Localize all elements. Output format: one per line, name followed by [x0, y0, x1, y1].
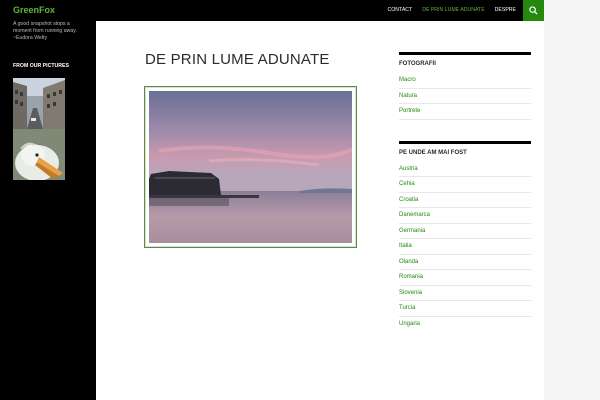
widget-title-pe-unde-am-mai-fost: PE UNDE AM MAI FOST — [399, 140, 531, 158]
list-item-danemarca[interactable]: Danemarca — [399, 208, 531, 224]
page-title: DE PRIN LUME ADUNATE — [145, 51, 330, 68]
nav-item-de-prin-lume-adunate[interactable]: DE PRIN LUME ADUNATE — [417, 0, 489, 21]
right-sidebar: FOTOGRAFII Macro Natura Portrete PE UNDE… — [399, 52, 531, 332]
list-item-germania[interactable]: Germania — [399, 224, 531, 239]
page-background-strip — [544, 21, 600, 400]
list-item-cehia[interactable]: Cehia — [399, 177, 531, 193]
list-item-croatia[interactable]: Croatia — [399, 193, 531, 208]
nav-item-contact[interactable]: CONTACT — [383, 0, 418, 21]
sidebar-widget-title: FROM OUR PICTURES — [13, 63, 69, 69]
list-item-olanda[interactable]: Olanda — [399, 255, 531, 270]
list-item-austria[interactable]: Austria — [399, 162, 531, 177]
site-title[interactable]: GreenFox — [13, 5, 55, 15]
list-item-slovenia[interactable]: Slovenia — [399, 286, 531, 301]
thumbnail-street[interactable] — [13, 78, 65, 129]
list-item-italia[interactable]: Italia — [399, 239, 531, 255]
search-button[interactable] — [523, 0, 544, 21]
nav-item-despre[interactable]: DESPRE — [490, 0, 521, 21]
list-item-ungaria[interactable]: Ungaria — [399, 317, 531, 333]
top-bar: GreenFox CONTACT DE PRIN LUME ADUNATE DE… — [0, 0, 544, 21]
thumbnail-pelican[interactable] — [13, 129, 65, 180]
site-tagline: A good snapshot stops a moment from runn… — [13, 21, 77, 41]
featured-photo[interactable] — [145, 87, 356, 247]
pe-unde-list: Austria Cehia Croatia Danemarca Germania… — [399, 162, 531, 333]
primary-nav: CONTACT DE PRIN LUME ADUNATE DESPRE — [383, 0, 521, 21]
search-icon — [529, 6, 538, 15]
list-item-portrete[interactable]: Portrete — [399, 104, 531, 120]
list-item-macro[interactable]: Macro — [399, 73, 531, 89]
list-item-natura[interactable]: Natura — [399, 89, 531, 104]
list-item-romania[interactable]: Romania — [399, 270, 531, 286]
list-item-turcia[interactable]: Turcia — [399, 301, 531, 317]
widget-title-fotografii: FOTOGRAFII — [399, 52, 531, 69]
left-sidebar: A good snapshot stops a moment from runn… — [0, 21, 96, 400]
fotografii-list: Macro Natura Portrete — [399, 73, 531, 120]
